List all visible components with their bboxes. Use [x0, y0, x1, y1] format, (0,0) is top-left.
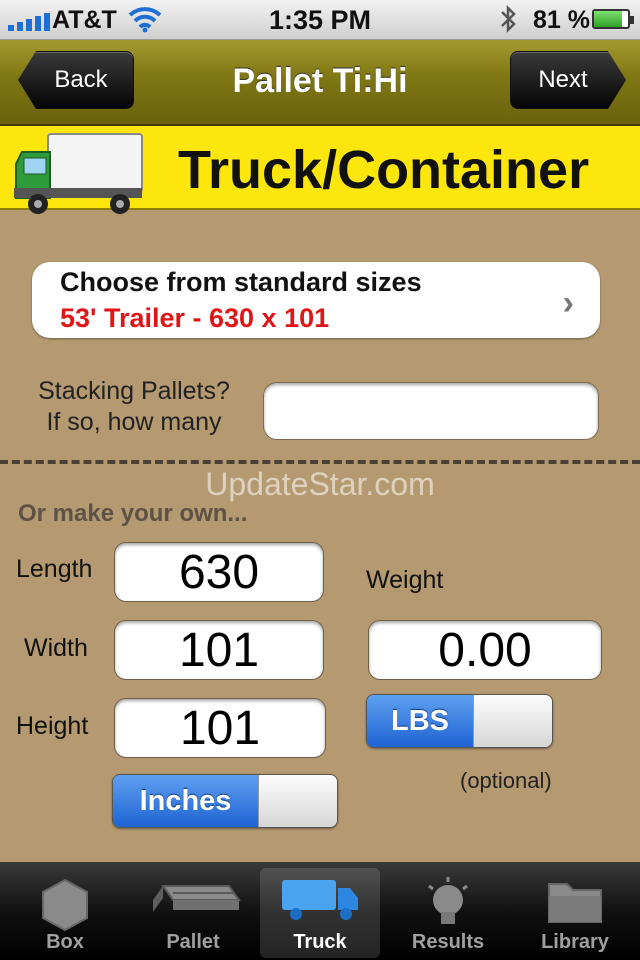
- folder-icon: [548, 883, 602, 923]
- tab-results[interactable]: Results: [388, 868, 508, 958]
- weight-label: Weight: [366, 566, 444, 594]
- optional-note: (optional): [460, 768, 552, 793]
- toggle-knob: [473, 695, 552, 747]
- height-label: Height: [16, 712, 89, 740]
- stacking-label-line2: If so, how many: [46, 408, 222, 436]
- next-button[interactable]: Next: [510, 51, 626, 109]
- navigation-bar: Back Pallet Ti:Hi Next: [0, 40, 640, 126]
- tab-label: Box: [46, 931, 84, 953]
- height-field[interactable]: 101: [114, 698, 326, 758]
- divider: [0, 460, 640, 464]
- truck-icon: [10, 130, 146, 227]
- section-header: Truck/Container: [0, 126, 640, 214]
- header-title: Truck/Container: [178, 140, 590, 200]
- dimension-unit-toggle[interactable]: Inches: [112, 774, 338, 828]
- truck-icon: [282, 880, 358, 920]
- width-field[interactable]: 101: [114, 620, 324, 680]
- tab-label: Pallet: [166, 931, 220, 953]
- length-field[interactable]: 630: [114, 542, 324, 602]
- width-label: Width: [24, 634, 88, 662]
- battery-percent: 81 %: [533, 6, 590, 34]
- tab-label: Results: [411, 931, 485, 953]
- watermark: UpdateStar.com: [205, 466, 435, 502]
- standard-sizes-title: Choose from standard sizes: [60, 267, 422, 297]
- chevron-right-icon: ›: [562, 284, 574, 322]
- stacking-label: Stacking Pallets? If so, how many: [20, 376, 248, 438]
- weight-field[interactable]: 0.00: [368, 620, 602, 680]
- custom-section-label: Or make your own...: [18, 500, 248, 527]
- tab-label: Truck: [293, 931, 347, 953]
- dimension-unit-label: Inches: [113, 775, 258, 827]
- tab-library[interactable]: Library: [515, 868, 635, 958]
- stacking-label-line1: Stacking Pallets?: [38, 377, 230, 405]
- tab-label: Library: [541, 931, 609, 953]
- toggle-knob: [258, 775, 337, 827]
- length-label: Length: [16, 555, 93, 583]
- hexagon-box-icon: [42, 878, 88, 932]
- bluetooth-icon: [498, 4, 518, 41]
- tab-pallet[interactable]: Pallet: [133, 868, 253, 958]
- lightbulb-icon: [428, 877, 468, 924]
- standard-sizes-button[interactable]: Choose from standard sizes 53' Trailer -…: [32, 262, 600, 338]
- weight-unit-toggle[interactable]: LBS: [366, 694, 553, 748]
- tab-box[interactable]: Box: [5, 868, 125, 958]
- tab-truck[interactable]: Truck: [260, 868, 380, 958]
- selected-size: 53' Trailer - 630 x 101: [60, 303, 330, 333]
- weight-unit-label: LBS: [367, 695, 473, 747]
- battery-icon: [592, 9, 634, 29]
- pallet-icon: [153, 885, 241, 912]
- status-bar: AT&T 1:35 PM 81 %: [0, 0, 640, 40]
- stacking-count-input[interactable]: [263, 382, 599, 440]
- tab-bar: Box Pallet Truck Results Library: [0, 862, 640, 960]
